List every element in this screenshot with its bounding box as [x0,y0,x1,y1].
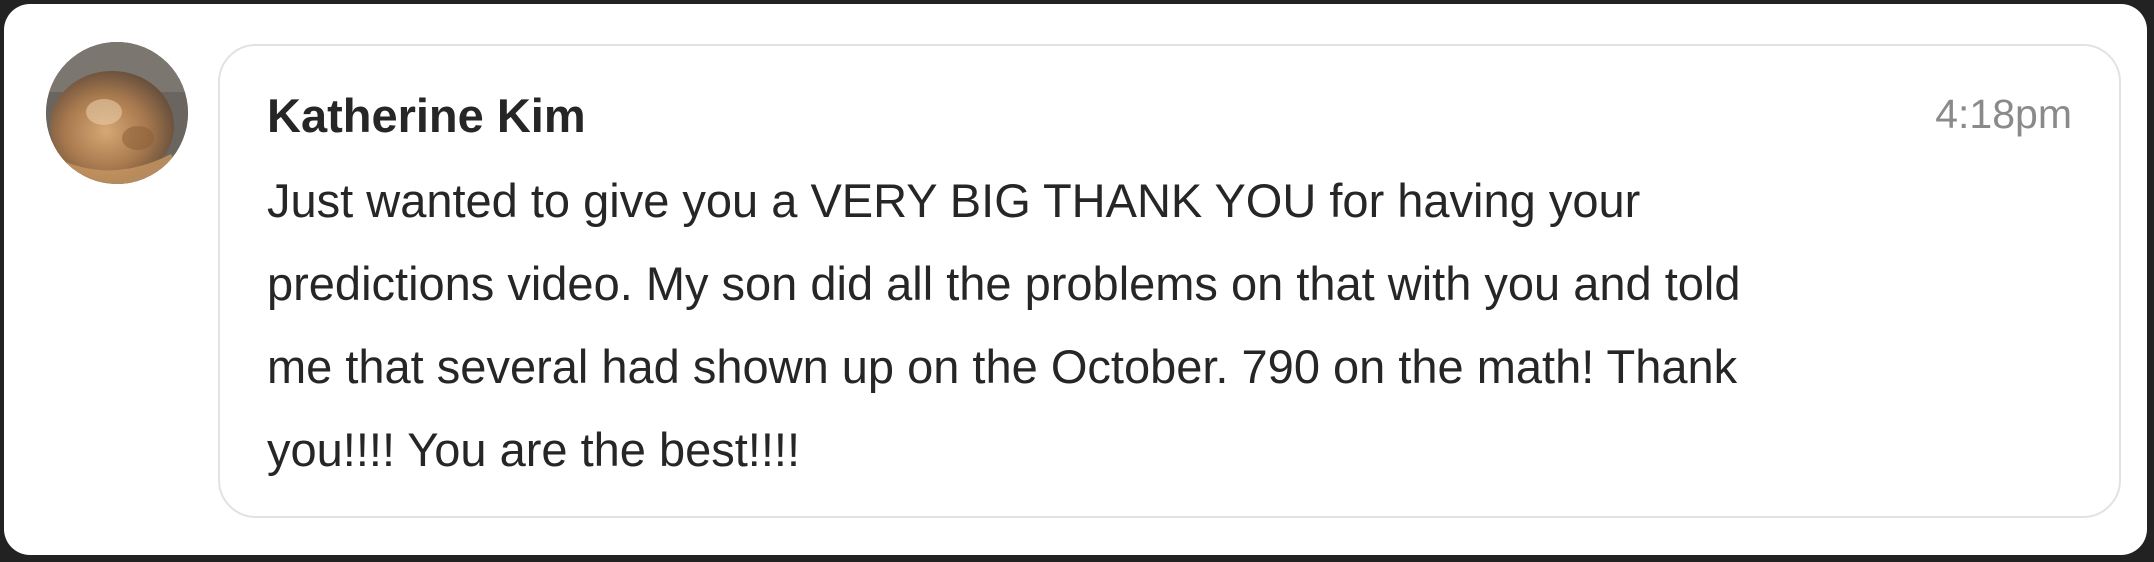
message-line: predictions video. My son did all the pr… [267,257,1741,310]
user-avatar[interactable] [46,42,188,184]
message-line: me that several had shown up on the Octo… [267,340,1738,393]
comment-author[interactable]: Katherine Kim [267,86,586,146]
message-line: you!!!! You are the best!!!! [267,423,801,476]
comment-message: Just wanted to give you a VERY BIG THANK… [267,159,2067,491]
comment-bubble: Katherine Kim 4:18pm Just wanted to give… [218,44,2121,518]
message-line: Just wanted to give you a VERY BIG THANK… [267,174,1641,227]
comment-timestamp: 4:18pm [1935,91,2072,137]
comment-card: Katherine Kim 4:18pm Just wanted to give… [4,4,2147,555]
avatar-photo-icon [46,42,188,184]
